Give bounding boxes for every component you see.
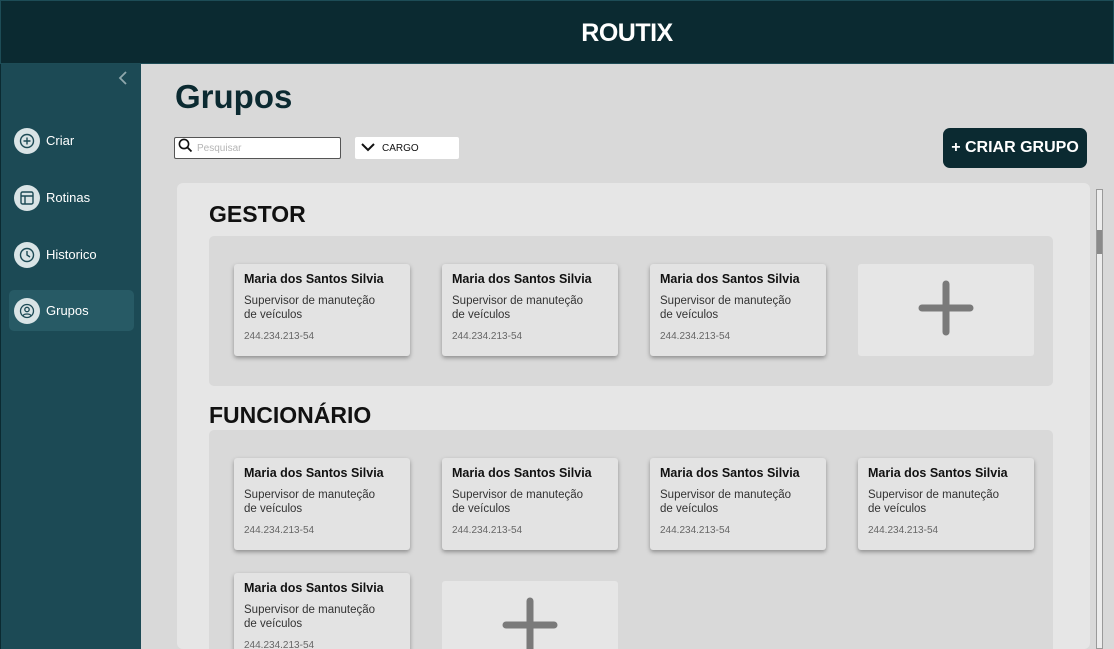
add-member-button[interactable] [442, 581, 618, 649]
member-card[interactable]: Maria dos Santos Silvia Supervisor de ma… [858, 458, 1034, 550]
member-card[interactable]: Maria dos Santos Silvia Supervisor de ma… [650, 458, 826, 550]
group-box-gestor: Maria dos Santos Silvia Supervisor de ma… [209, 236, 1053, 386]
plus-circle-icon [14, 127, 40, 154]
groups-panel: GESTOR Maria dos Santos Silvia Superviso… [177, 183, 1090, 649]
member-card[interactable]: Maria dos Santos Silvia Supervisor de ma… [234, 264, 410, 356]
member-card[interactable]: Maria dos Santos Silvia Supervisor de ma… [442, 458, 618, 550]
sidebar-item-criar[interactable]: Criar [9, 120, 134, 161]
member-name: Maria dos Santos Silvia [452, 466, 592, 480]
member-name: Maria dos Santos Silvia [244, 466, 384, 480]
scrollbar-thumb[interactable] [1097, 230, 1102, 254]
member-role: Supervisor de manuteção de veículos [660, 489, 792, 515]
brand-logo: ROUTIX [581, 19, 673, 47]
create-group-button[interactable]: + CRIAR GRUPO [943, 128, 1087, 168]
plus-icon [918, 280, 974, 341]
sidebar-item-label: Criar [46, 133, 75, 148]
member-role: Supervisor de manuteção de veículos [244, 604, 376, 630]
member-document: 244.234.213-54 [244, 640, 315, 649]
top-bar: ROUTIX [0, 0, 1114, 64]
member-role: Supervisor de manuteção de veículos [452, 295, 584, 321]
search-box[interactable] [174, 137, 341, 159]
sidebar-item-label: Rotinas [46, 190, 91, 205]
member-card[interactable]: Maria dos Santos Silvia Supervisor de ma… [234, 458, 410, 550]
member-document: 244.234.213-54 [660, 525, 731, 536]
chevron-down-icon [360, 139, 376, 157]
search-input[interactable] [197, 139, 335, 157]
member-document: 244.234.213-54 [452, 525, 523, 536]
member-role: Supervisor de manuteção de veículos [244, 489, 376, 515]
member-role: Supervisor de manuteção de veículos [868, 489, 1000, 515]
search-icon [178, 138, 193, 158]
clock-icon [14, 241, 40, 268]
member-name: Maria dos Santos Silvia [244, 581, 384, 595]
member-card[interactable]: Maria dos Santos Silvia Supervisor de ma… [234, 573, 410, 649]
member-card[interactable]: Maria dos Santos Silvia Supervisor de ma… [650, 264, 826, 356]
cargo-filter-label: CARGO [382, 142, 419, 154]
member-role: Supervisor de manuteção de veículos [244, 295, 376, 321]
sidebar-item-rotinas[interactable]: Rotinas [9, 177, 134, 218]
plus-icon [502, 597, 558, 649]
member-card[interactable]: Maria dos Santos Silvia Supervisor de ma… [442, 264, 618, 356]
member-document: 244.234.213-54 [452, 331, 523, 342]
member-document: 244.234.213-54 [868, 525, 939, 536]
user-icon [14, 297, 40, 324]
scrollbar[interactable] [1096, 189, 1103, 649]
table-icon [14, 184, 40, 211]
sidebar-item-grupos[interactable]: Grupos [9, 290, 134, 331]
member-role: Supervisor de manuteção de veículos [660, 295, 792, 321]
member-name: Maria dos Santos Silvia [244, 272, 384, 286]
member-role: Supervisor de manuteção de veículos [452, 489, 584, 515]
add-member-button[interactable] [858, 264, 1034, 356]
member-document: 244.234.213-54 [244, 331, 315, 342]
sidebar: Criar Rotinas Historico Grupos [0, 64, 141, 649]
section-title-gestor: GESTOR [209, 201, 306, 227]
sidebar-item-historico[interactable]: Historico [9, 234, 134, 275]
chevron-left-icon[interactable] [117, 70, 133, 90]
member-name: Maria dos Santos Silvia [660, 466, 800, 480]
section-title-funcionario: FUNCIONÁRIO [209, 402, 372, 428]
member-name: Maria dos Santos Silvia [660, 272, 800, 286]
member-document: 244.234.213-54 [244, 525, 315, 536]
member-name: Maria dos Santos Silvia [452, 272, 592, 286]
page-title: Grupos [175, 78, 293, 115]
member-document: 244.234.213-54 [660, 331, 731, 342]
sidebar-item-label: Grupos [46, 303, 89, 318]
member-name: Maria dos Santos Silvia [868, 466, 1008, 480]
sidebar-item-label: Historico [46, 247, 97, 262]
group-box-funcionario: Maria dos Santos Silvia Supervisor de ma… [209, 430, 1053, 649]
cargo-filter-dropdown[interactable]: CARGO [355, 137, 459, 159]
